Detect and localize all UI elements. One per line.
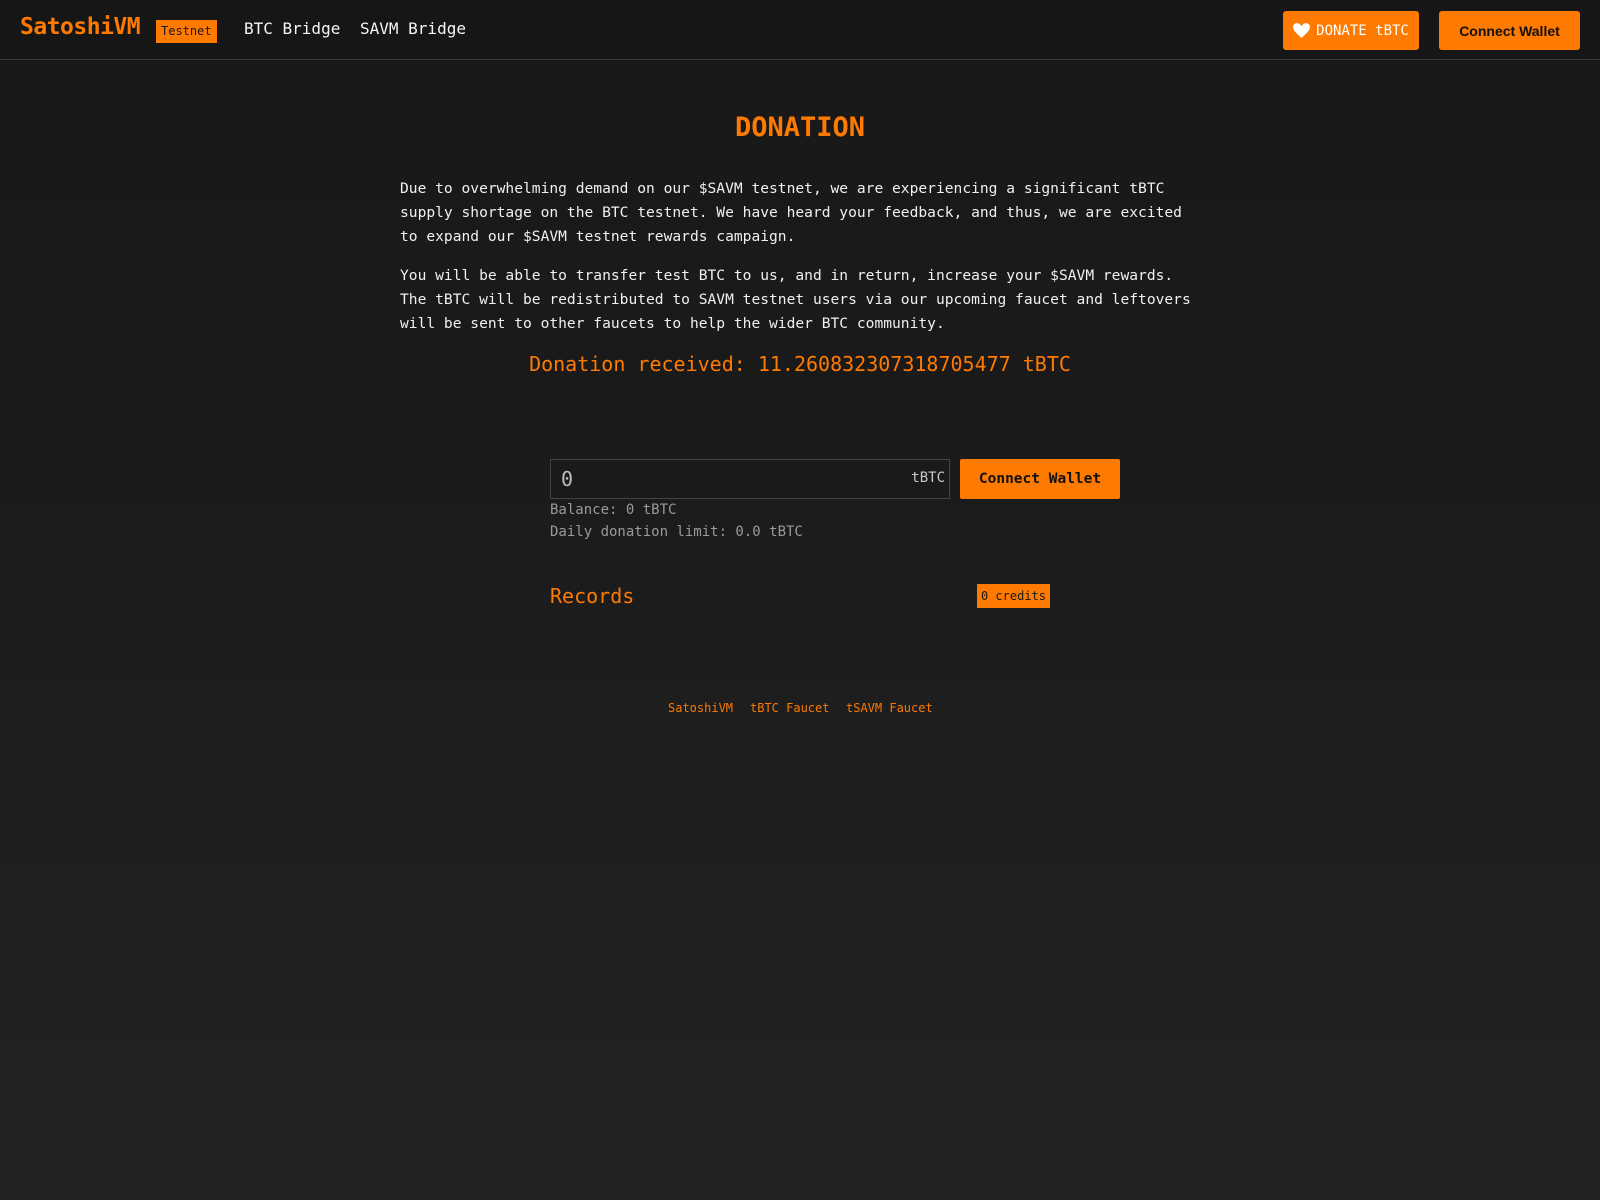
description-paragraph-1: Due to overwhelming demand on our $SAVM … <box>400 180 1182 245</box>
nav-btc-bridge[interactable]: BTC Bridge <box>244 19 340 38</box>
donate-button-label: DONATE tBTC <box>1316 22 1409 39</box>
balance-text: Balance: 0 tBTC <box>550 502 677 518</box>
daily-limit-text: Daily donation limit: 0.0 tBTC <box>550 524 803 540</box>
nav-savm-bridge[interactable]: SAVM Bridge <box>360 19 466 38</box>
donation-received-total: Donation received: 11.260832307318705477… <box>529 352 1071 376</box>
connect-wallet-button[interactable]: Connect Wallet <box>960 459 1120 499</box>
footer-link-satoshivm[interactable]: SatoshiVM <box>668 701 733 715</box>
donate-button[interactable]: DONATE tBTC <box>1283 11 1419 50</box>
records-heading: Records <box>550 584 635 608</box>
footer-link-tbtc-faucet[interactable]: tBTC Faucet <box>750 701 829 715</box>
page-title: DONATION <box>734 112 866 143</box>
credits-badge: 0 credits <box>977 584 1050 608</box>
top-header: SatoshiVM Testnet BTC Bridge SAVM Bridge… <box>0 0 1600 60</box>
heart-icon <box>1293 23 1311 38</box>
amount-field: tBTC <box>550 459 950 499</box>
connect-wallet-header-button[interactable]: Connect Wallet <box>1439 11 1580 50</box>
testnet-badge: Testnet <box>156 20 217 43</box>
logo[interactable]: SatoshiVM <box>20 14 141 40</box>
amount-unit-label: tBTC <box>911 470 945 486</box>
amount-input[interactable] <box>551 460 891 498</box>
footer-link-tsavm-faucet[interactable]: tSAVM Faucet <box>846 701 933 715</box>
description-paragraph-2: You will be able to transfer test BTC to… <box>400 267 1191 332</box>
